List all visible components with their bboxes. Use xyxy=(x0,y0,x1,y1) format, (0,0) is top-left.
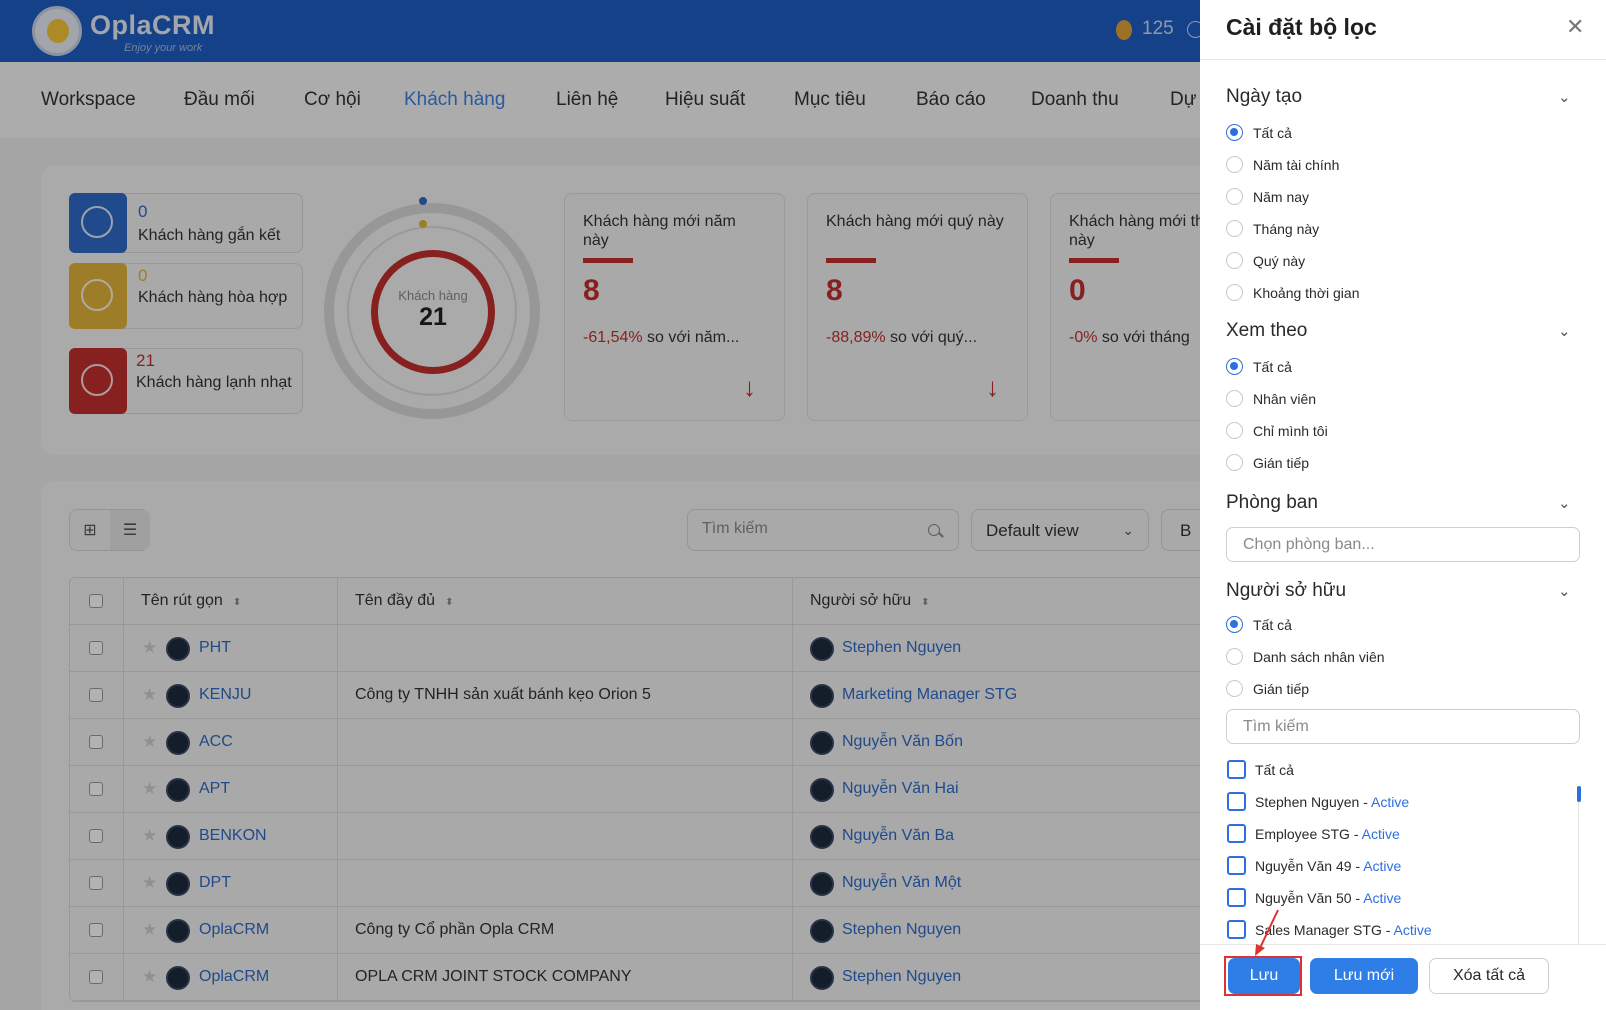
radio-label: Tất cả xyxy=(1253,359,1292,375)
owner-name: Nguyễn Văn 50 xyxy=(1255,890,1352,906)
department-select xyxy=(1226,527,1580,562)
owner-option: Nguyễn Văn 50 - Active xyxy=(1255,890,1402,906)
radio-view-indirect[interactable] xyxy=(1226,454,1243,471)
scrollbar-track[interactable] xyxy=(1578,802,1579,944)
owner-search-input[interactable] xyxy=(1243,718,1563,736)
owner-checkbox[interactable] xyxy=(1227,856,1246,875)
owner-option: Employee STG - Active xyxy=(1255,826,1400,842)
radio-label: Năm nay xyxy=(1253,189,1310,205)
owner-name: Stephen Nguyen xyxy=(1255,794,1360,810)
section-title-owner[interactable]: Người sở hữu xyxy=(1226,580,1346,602)
annotation-highlight-box xyxy=(1224,956,1302,996)
radio-created-this-month[interactable] xyxy=(1226,220,1243,237)
radio-label: Nhân viên xyxy=(1253,391,1317,407)
owner-checkbox[interactable] xyxy=(1227,824,1246,843)
save-new-button[interactable]: Lưu mới xyxy=(1310,958,1418,994)
radio-label: Danh sách nhân viên xyxy=(1253,649,1385,665)
owner-status: Active xyxy=(1370,794,1410,810)
owner-status: Active xyxy=(1363,858,1402,874)
section-title-department[interactable]: Phòng ban xyxy=(1226,492,1318,514)
department-select-input[interactable] xyxy=(1243,536,1563,554)
radio-label: Năm tài chính xyxy=(1253,157,1340,173)
chevron-down-icon[interactable]: ⌄ xyxy=(1558,88,1571,106)
radio-created-this-year[interactable] xyxy=(1226,188,1243,205)
owner-option: Stephen Nguyen - Active xyxy=(1255,794,1410,810)
chevron-down-icon[interactable]: ⌄ xyxy=(1558,582,1571,600)
radio-created-this-quarter[interactable] xyxy=(1226,252,1243,269)
owner-status: Active xyxy=(1361,826,1400,842)
radio-owner-employee-list[interactable] xyxy=(1226,648,1243,665)
radio-owner-all[interactable] xyxy=(1226,616,1243,633)
owner-status: Active xyxy=(1363,890,1402,906)
close-icon[interactable]: ✕ xyxy=(1566,14,1584,40)
section-title-view-by[interactable]: Xem theo xyxy=(1226,320,1307,342)
annotation-arrow-icon xyxy=(1255,909,1279,956)
owner-checkbox[interactable] xyxy=(1227,888,1246,907)
radio-view-employee[interactable] xyxy=(1226,390,1243,407)
radio-view-all[interactable] xyxy=(1226,358,1243,375)
owner-search xyxy=(1226,709,1580,744)
clear-all-button[interactable]: Xóa tất cả xyxy=(1429,958,1549,994)
panel-title: Cài đặt bộ lọc xyxy=(1226,14,1377,40)
owner-select-all-checkbox[interactable] xyxy=(1227,760,1246,779)
radio-created-fiscal-year[interactable] xyxy=(1226,156,1243,173)
modal-backdrop[interactable] xyxy=(0,0,1200,1010)
section-title-created[interactable]: Ngày tạo xyxy=(1226,86,1302,108)
owner-checkbox[interactable] xyxy=(1227,792,1246,811)
radio-label: Chỉ mình tôi xyxy=(1253,423,1328,439)
checkbox-label: Tất cả xyxy=(1255,762,1294,778)
divider xyxy=(1200,59,1606,60)
scrollbar-thumb[interactable] xyxy=(1577,786,1581,802)
owner-option: Nguyễn Văn 49 - Active xyxy=(1255,858,1402,874)
radio-owner-indirect[interactable] xyxy=(1226,680,1243,697)
owner-name: Employee STG xyxy=(1255,826,1350,842)
owner-checkbox[interactable] xyxy=(1227,920,1246,939)
owner-status: Active xyxy=(1393,922,1432,938)
chevron-down-icon[interactable]: ⌄ xyxy=(1558,494,1571,512)
radio-label: Khoảng thời gian xyxy=(1253,285,1360,301)
radio-created-range[interactable] xyxy=(1226,284,1243,301)
radio-label: Quý này xyxy=(1253,253,1306,269)
radio-label: Tất cả xyxy=(1253,617,1292,633)
radio-view-only-me[interactable] xyxy=(1226,422,1243,439)
radio-created-all[interactable] xyxy=(1226,124,1243,141)
radio-label: Tất cả xyxy=(1253,125,1292,141)
filter-panel: Cài đặt bộ lọc ✕ Ngày tạo ⌄ Tất cả Năm t… xyxy=(1200,0,1606,1010)
owner-name: Nguyễn Văn 49 xyxy=(1255,858,1352,874)
chevron-down-icon[interactable]: ⌄ xyxy=(1558,322,1571,340)
radio-label: Tháng này xyxy=(1253,221,1320,237)
radio-label: Gián tiếp xyxy=(1253,681,1310,697)
radio-label: Gián tiếp xyxy=(1253,455,1310,471)
